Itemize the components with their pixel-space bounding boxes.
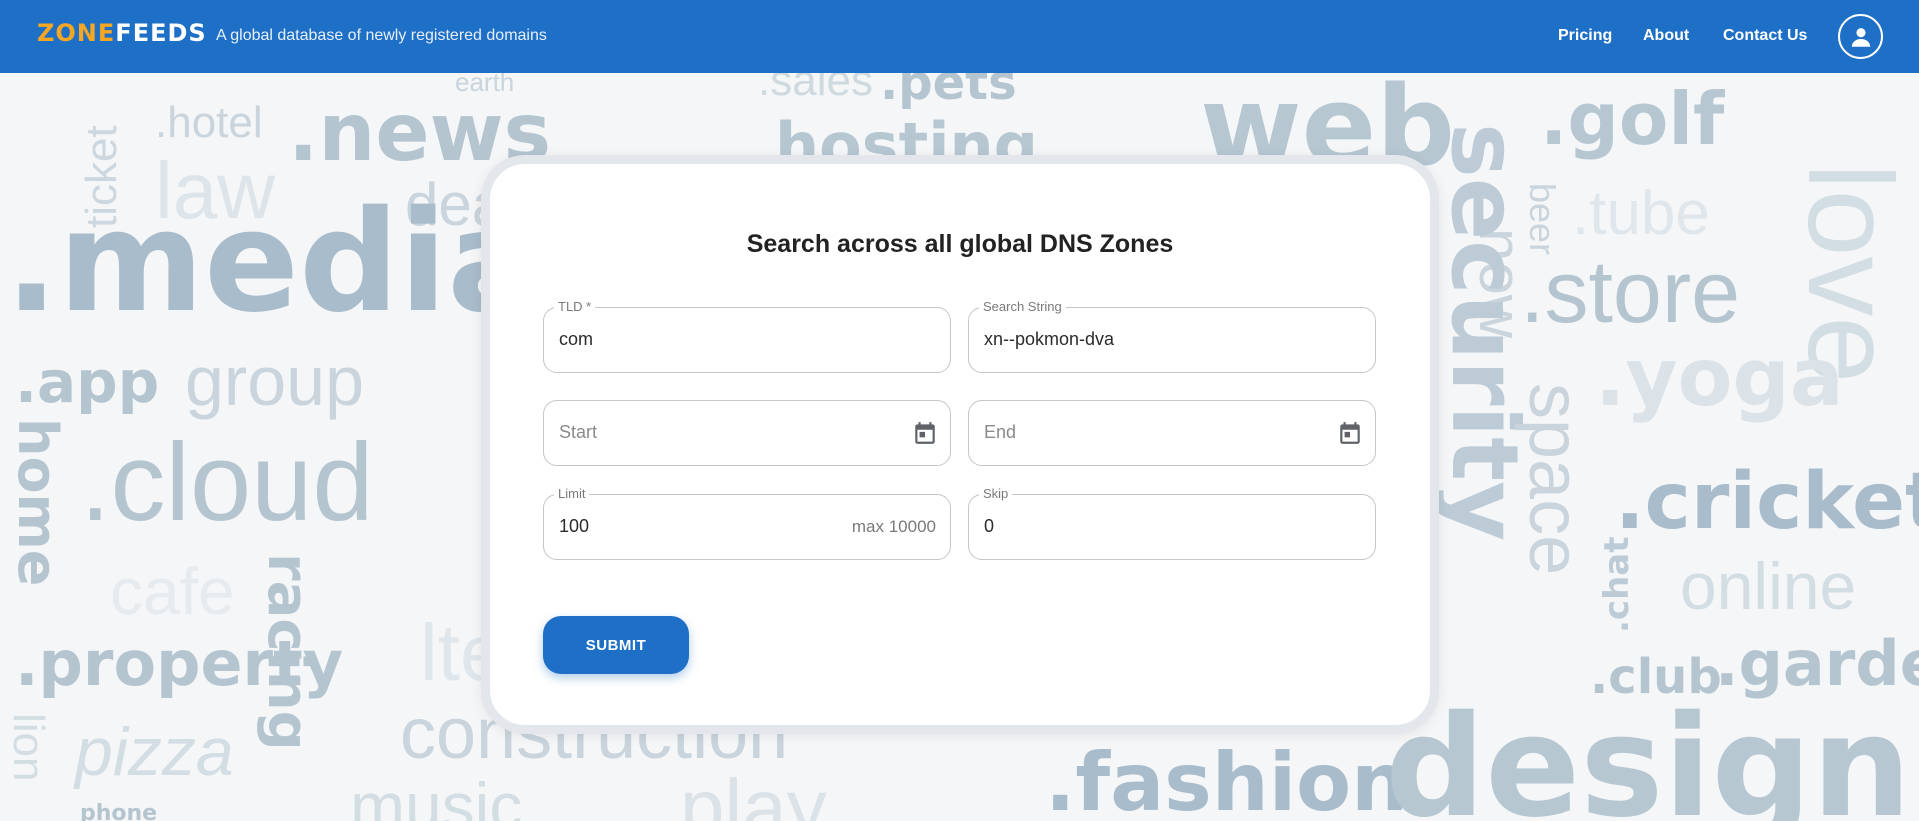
bg-word: .store (1520, 242, 1741, 341)
tld-field[interactable]: TLD * com (543, 299, 951, 373)
account-circle-icon (1851, 27, 1870, 47)
bg-word: cafe (110, 554, 235, 628)
bg-word: .chat (1597, 536, 1637, 633)
nav-about-link[interactable]: About (1643, 27, 1689, 45)
bg-word: .yoga (1595, 331, 1844, 424)
bg-word: home (6, 418, 69, 587)
bg-word: lion (4, 713, 53, 782)
bg-word: music (350, 769, 523, 821)
nav-contact-link[interactable]: Contact Us (1723, 27, 1807, 45)
tld-value: com (559, 329, 594, 349)
limit-field[interactable]: Limit 100 max 10000 (543, 486, 951, 560)
logo-part-zone: ZONE (37, 19, 116, 47)
top-navbar: ZONEFEEDS A global database of newly reg… (0, 0, 1919, 73)
nav-pricing-link[interactable]: Pricing (1558, 27, 1612, 45)
bg-word: .app (15, 348, 160, 416)
end-date-placeholder: End (984, 422, 1017, 442)
bg-word: .pets (880, 73, 1017, 111)
search-string-value: xn--pokmon-dva (984, 329, 1115, 349)
bg-word: .sales (758, 73, 873, 105)
bg-word: .property (15, 627, 344, 700)
form-title: Search across all global DNS Zones (746, 230, 1174, 258)
end-date-field[interactable]: End (968, 400, 1376, 466)
submit-button[interactable]: SUBMIT (543, 616, 689, 674)
limit-label: Limit (554, 486, 590, 501)
bg-word: design (1385, 686, 1912, 821)
limit-value: 100 (559, 516, 590, 536)
logo-part-feeds: FEEDS (115, 19, 207, 47)
start-date-field[interactable]: Start (543, 400, 951, 466)
limit-max-hint: max 10000 (851, 517, 936, 536)
bg-word: .tube (1572, 179, 1710, 248)
bg-word: .media (5, 181, 542, 344)
bg-word: .cloud (80, 421, 374, 544)
site-tagline: A global database of newly registered do… (216, 27, 547, 44)
bg-word: earth (455, 73, 515, 97)
bg-word: play (680, 763, 827, 821)
bg-word: group (185, 342, 365, 420)
bg-word: .fashion (1045, 736, 1409, 821)
search-string-field[interactable]: Search String xn--pokmon-dva (968, 299, 1376, 373)
bg-word: space (1514, 383, 1594, 576)
bg-word: pizza (75, 714, 234, 790)
bg-word: .cricket (1615, 457, 1919, 547)
site-logo[interactable]: ZONEFEEDS (37, 19, 207, 47)
calendar-icon[interactable] (912, 420, 938, 446)
tld-label: TLD * (554, 299, 596, 314)
search-form-card: Search across all global DNS Zones TLD *… (481, 155, 1439, 734)
skip-label: Skip (979, 486, 1013, 501)
bg-word: .golf (1540, 77, 1725, 161)
bg-word: .hotel (155, 98, 263, 147)
start-date-placeholder: Start (559, 422, 598, 442)
search-string-label: Search String (979, 299, 1066, 314)
calendar-icon[interactable] (1337, 420, 1363, 446)
skip-value: 0 (984, 516, 995, 536)
bg-word: online (1680, 549, 1857, 623)
account-button[interactable] (1838, 14, 1883, 59)
bg-word: phone (80, 801, 158, 821)
skip-field[interactable]: Skip 0 (968, 486, 1376, 560)
